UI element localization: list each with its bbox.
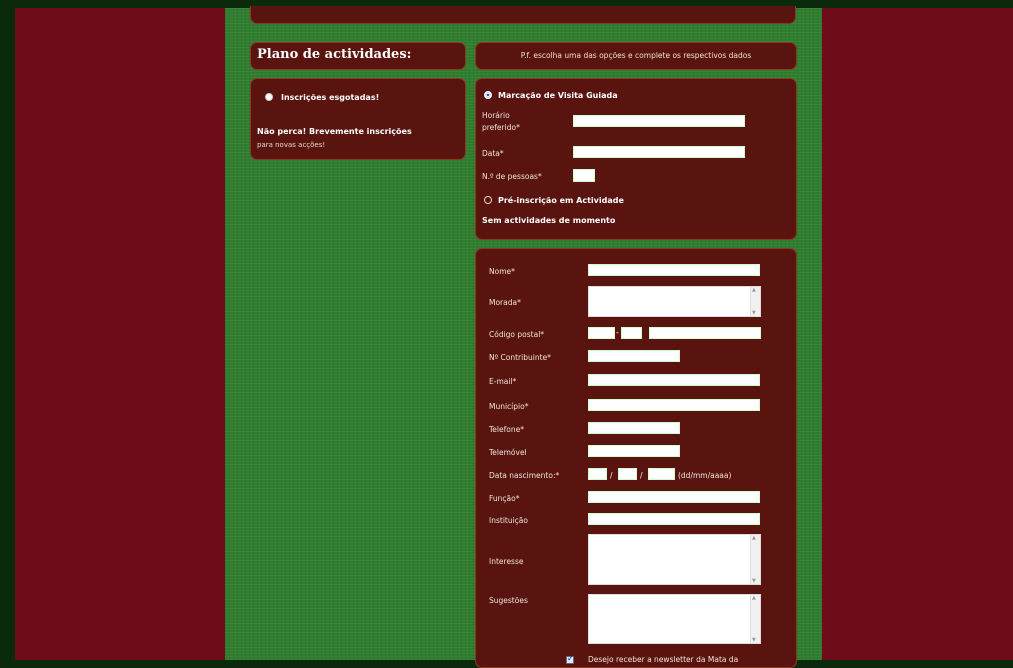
data-input[interactable] — [573, 146, 745, 158]
instituicao-input[interactable] — [588, 513, 760, 525]
morada-scrollbar[interactable] — [750, 287, 760, 316]
data-label: Data* — [482, 149, 504, 158]
birth-date-hint: (dd/mm/aaaa) — [678, 471, 732, 480]
pessoas-label: N.º de pessoas* — [482, 172, 542, 181]
activity-type-panel: Marcação de Visita Guiada Horário prefer… — [475, 78, 797, 240]
postal-code-dash: - — [616, 328, 619, 337]
telemovel-label: Telemóvel — [489, 448, 527, 457]
plan-hint: P.f. escolha uma das opções e complete o… — [520, 51, 752, 60]
municipio-input[interactable] — [588, 399, 760, 411]
morada-textarea[interactable] — [588, 286, 761, 317]
email-label: E-mail* — [489, 377, 517, 386]
horario-label-2: preferido* — [482, 123, 520, 132]
sugestoes-textarea[interactable] — [588, 594, 761, 644]
horario-label-1: Horário — [482, 111, 510, 120]
soon-registrations-line1: Não perca! Brevemente inscrições — [257, 127, 412, 136]
morada-label: Morada* — [489, 298, 521, 307]
instituicao-label: Instituição — [489, 516, 528, 525]
contribuinte-input[interactable] — [588, 350, 680, 362]
personal-data-form: Nome* Morada* Código postal* - Nº Contri… — [475, 248, 797, 668]
telefone-input[interactable] — [588, 422, 680, 434]
header-strip — [250, 6, 796, 24]
newsletter-checkbox[interactable] — [566, 654, 574, 664]
nome-input[interactable] — [588, 264, 760, 276]
interesse-label: Interesse — [489, 557, 524, 566]
guided-visit-radio[interactable] — [484, 91, 492, 99]
telemovel-input[interactable] — [588, 445, 680, 457]
telefone-label: Telefone* — [489, 425, 524, 434]
contribuinte-label: Nº Contribuinte* — [489, 353, 551, 362]
birth-date-sep-2: / — [640, 471, 643, 480]
interesse-scrollbar[interactable] — [750, 535, 760, 584]
postal-code-part2[interactable] — [621, 327, 642, 339]
funcao-input[interactable] — [588, 491, 760, 503]
postal-locality-input[interactable] — [649, 327, 761, 339]
pre-registration-radio[interactable] — [484, 196, 492, 204]
info-icon — [265, 93, 273, 101]
birth-month-input[interactable] — [618, 468, 637, 480]
soon-registrations-line2: para novas acções! — [257, 141, 326, 149]
no-activities-message: Sem actividades de momento — [482, 216, 616, 225]
plan-hint-panel: P.f. escolha uma das opções e complete o… — [475, 42, 797, 70]
pre-registration-label: Pré-inscrição em Actividade — [498, 196, 624, 205]
data-nascimento-label: Data nascimento:* — [489, 471, 560, 480]
interesse-textarea[interactable] — [588, 534, 761, 585]
postal-code-part1[interactable] — [588, 327, 615, 339]
nome-label: Nome* — [489, 267, 515, 276]
sugestoes-scrollbar[interactable] — [750, 595, 760, 643]
pessoas-input[interactable] — [573, 169, 595, 182]
plan-title-panel: Plano de actividades: — [250, 42, 466, 70]
email-input[interactable] — [588, 374, 760, 386]
sugestoes-label: Sugestões — [489, 596, 528, 605]
codigo-postal-label: Código postal* — [489, 330, 545, 339]
birth-year-input[interactable] — [648, 468, 675, 480]
funcao-label: Função* — [489, 494, 520, 503]
guided-visit-label: Marcação de Visita Guiada — [498, 91, 618, 100]
closed-registrations-label: Inscrições esgotadas! — [281, 93, 380, 102]
municipio-label: Município* — [489, 402, 529, 411]
birth-day-input[interactable] — [588, 468, 607, 480]
birth-date-sep-1: / — [610, 471, 613, 480]
activities-status-panel: Inscrições esgotadas! Não perca! Breveme… — [250, 78, 466, 160]
horario-input[interactable] — [573, 115, 745, 127]
plan-title: Plano de actividades: — [257, 47, 412, 62]
